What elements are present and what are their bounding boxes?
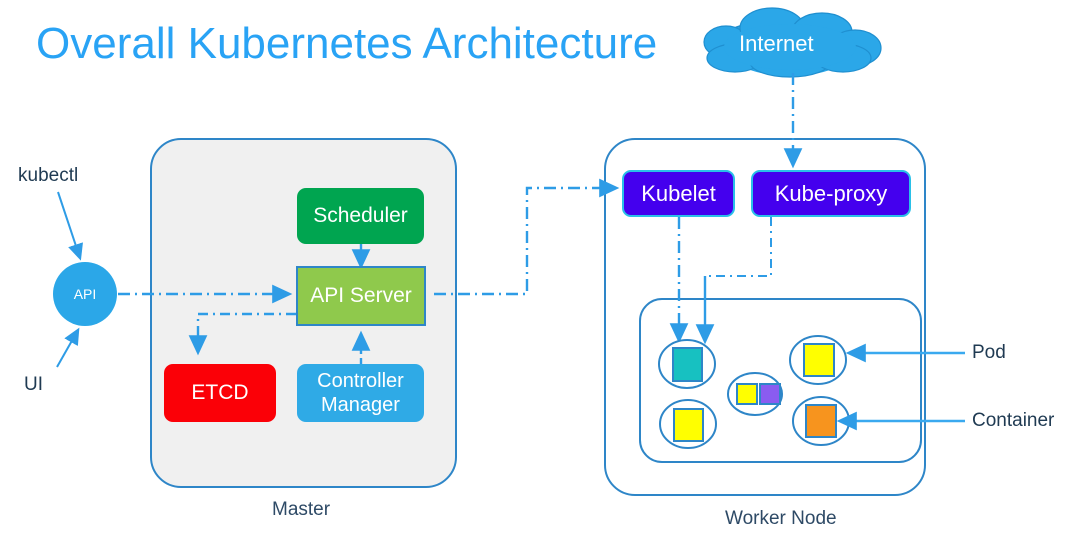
- container-yellow-center: [736, 383, 758, 405]
- controller-manager-box[interactable]: Controller Manager: [297, 364, 424, 422]
- etcd-box[interactable]: ETCD: [164, 364, 276, 422]
- container-yellow-right: [803, 343, 835, 377]
- kubectl-label: kubectl: [18, 165, 79, 186]
- container-teal: [672, 347, 703, 382]
- pod-legend-label: Pod: [972, 342, 1006, 363]
- apiserver-to-kubelet-connector: [434, 178, 620, 296]
- api-circle-label: API: [73, 286, 97, 302]
- api-circle[interactable]: API: [53, 262, 117, 326]
- etcd-label: ETCD: [191, 381, 249, 404]
- kube-proxy-label: Kube-proxy: [774, 180, 888, 206]
- kube-proxy-box[interactable]: Kube-proxy: [751, 170, 911, 217]
- container-orange: [805, 404, 837, 438]
- scheduler-label: Scheduler: [313, 204, 408, 227]
- api-server-box[interactable]: API Server: [296, 266, 426, 326]
- controller-manager-label: Controller Manager: [317, 370, 404, 416]
- kubelet-box[interactable]: Kubelet: [622, 170, 735, 217]
- diagram-svg: [56, 7, 965, 496]
- pod-multi-center: [727, 372, 783, 416]
- container-yellow-left: [673, 408, 704, 442]
- api-server-label: API Server: [310, 284, 412, 307]
- master-caption: Master: [272, 499, 331, 520]
- ui-label: UI: [24, 374, 43, 395]
- ui-to-api-arrow: [56, 327, 80, 368]
- container-purple-center: [759, 383, 781, 405]
- pod-yellow-right: [789, 335, 847, 385]
- kubelet-label: Kubelet: [641, 180, 716, 206]
- kubectl-to-api-arrow: [57, 191, 83, 261]
- pod-teal: [658, 339, 716, 389]
- internet-label: Internet: [739, 31, 814, 56]
- diagram-canvas: Overall Kubernetes Architecture kubectl …: [0, 0, 1071, 549]
- container-legend-label: Container: [972, 410, 1055, 431]
- worker-node-caption: Worker Node: [725, 508, 837, 529]
- pod-yellow-left: [659, 399, 717, 449]
- scheduler-box[interactable]: Scheduler: [297, 188, 424, 244]
